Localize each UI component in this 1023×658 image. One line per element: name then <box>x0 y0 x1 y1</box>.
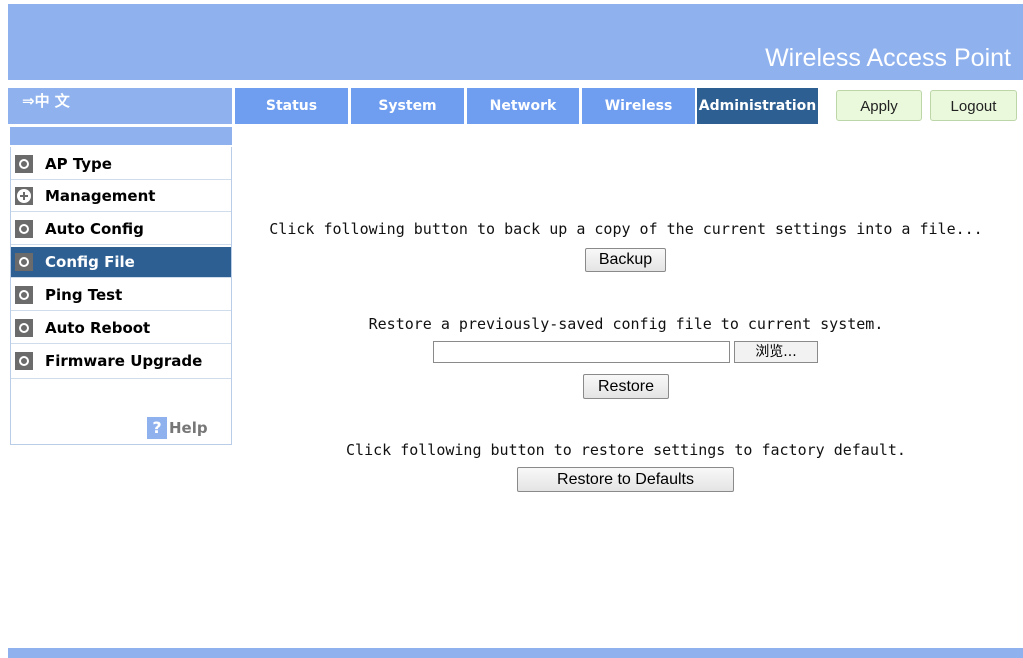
sidebar-item-label: Ping Test <box>45 286 123 304</box>
circle-icon <box>15 155 33 173</box>
header-banner: Wireless Access Point <box>8 4 1023 80</box>
restore-button[interactable]: Restore <box>583 374 669 399</box>
tab-system[interactable]: System <box>351 88 464 124</box>
help-label: Help <box>169 419 208 437</box>
sidebar-header <box>10 127 232 145</box>
circle-icon <box>15 319 33 337</box>
tab-wireless[interactable]: Wireless <box>582 88 695 124</box>
app-title: Wireless Access Point <box>765 44 1011 72</box>
sidebar-item-ping-test[interactable]: Ping Test <box>11 280 231 311</box>
backup-description: Click following button to back up a copy… <box>269 220 983 238</box>
circle-icon <box>15 352 33 370</box>
logout-button[interactable]: Logout <box>930 90 1017 121</box>
restore-description: Restore a previously-saved config file t… <box>368 315 884 333</box>
nav-bar: ⇒中 文 Status System Network Wireless Admi… <box>8 88 1023 126</box>
backup-button[interactable]: Backup <box>585 248 666 272</box>
sidebar-item-label: AP Type <box>45 155 112 173</box>
sidebar-item-management[interactable]: Management <box>11 181 231 212</box>
sidebar-item-firmware-upgrade[interactable]: Firmware Upgrade <box>11 346 231 379</box>
sidebar-item-ap-type[interactable]: AP Type <box>11 149 231 180</box>
circle-icon <box>15 253 33 271</box>
config-file-input[interactable] <box>433 341 730 363</box>
sidebar-item-label: Firmware Upgrade <box>45 352 203 370</box>
circle-icon <box>15 220 33 238</box>
language-switch[interactable]: ⇒中 文 <box>8 88 232 124</box>
defaults-description: Click following button to restore settin… <box>346 441 906 459</box>
tab-network[interactable]: Network <box>467 88 579 124</box>
sidebar-item-label: Auto Config <box>45 220 144 238</box>
restore-defaults-button[interactable]: Restore to Defaults <box>517 467 734 492</box>
help-icon: ? <box>147 417 167 439</box>
footer-bar <box>8 648 1023 658</box>
plus-icon <box>15 187 33 205</box>
tab-status[interactable]: Status <box>235 88 348 124</box>
sidebar: AP Type Management Auto Config Config Fi… <box>10 147 232 445</box>
sidebar-item-config-file[interactable]: Config File <box>11 247 231 278</box>
sidebar-item-label: Auto Reboot <box>45 319 151 337</box>
circle-icon <box>15 286 33 304</box>
apply-button[interactable]: Apply <box>836 90 922 121</box>
sidebar-item-auto-config[interactable]: Auto Config <box>11 214 231 245</box>
sidebar-item-label: Management <box>45 187 156 205</box>
sidebar-item-auto-reboot[interactable]: Auto Reboot <box>11 313 231 344</box>
tab-administration[interactable]: Administration <box>697 88 818 124</box>
browse-button[interactable]: 浏览... <box>734 341 818 363</box>
sidebar-item-label: Config File <box>45 253 135 271</box>
